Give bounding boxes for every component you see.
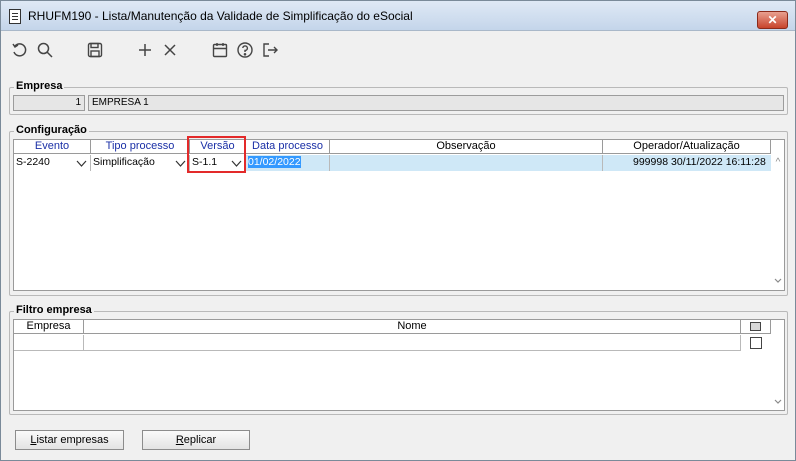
cell-atualizacao: 30/11/2022 16:11:28 [671, 156, 766, 168]
window-title: RHUFM190 - Lista/Manutenção da Validade … [28, 9, 413, 23]
calendar-icon[interactable] [211, 41, 229, 59]
filtro-cell-empresa[interactable] [14, 335, 84, 351]
close-button[interactable]: ✕ [757, 11, 788, 29]
scroll-up-icon[interactable]: ^ [773, 158, 783, 168]
filtro-cell-nome[interactable] [84, 335, 741, 351]
undo-icon[interactable] [11, 41, 29, 59]
toolbar [1, 35, 795, 65]
chevron-down-icon[interactable] [175, 160, 186, 168]
configuracao-grid: Evento Tipo processo Versão Data process… [13, 139, 785, 291]
search-icon[interactable] [36, 41, 54, 59]
configuracao-group-title: Configuração [14, 124, 89, 136]
title-bar: RHUFM190 - Lista/Manutenção da Validade … [1, 1, 795, 31]
header-nome[interactable]: Nome [84, 320, 741, 334]
empresa-code-field[interactable]: 1 [13, 95, 85, 111]
empresa-group-title: Empresa [14, 80, 65, 92]
cell-tipo-processo[interactable]: Simplificação [91, 155, 190, 171]
cell-tipo-value: Simplificação [93, 156, 155, 168]
cell-evento[interactable]: S-2240 [14, 155, 91, 171]
delete-icon[interactable] [161, 41, 179, 59]
filtro-empresa-grid: Empresa Nome [13, 319, 785, 411]
header-data-processo[interactable]: Data processo [246, 140, 330, 154]
chevron-down-icon[interactable] [76, 160, 87, 168]
add-icon[interactable] [136, 41, 154, 59]
filtro-empresa-group-title: Filtro empresa [14, 304, 94, 316]
row-checkbox[interactable] [750, 337, 762, 349]
header-operador-atualizacao[interactable]: Operador/Atualização [603, 140, 771, 154]
scroll-down-icon[interactable] [773, 397, 783, 407]
exit-icon[interactable] [261, 41, 279, 59]
help-icon[interactable] [236, 41, 254, 59]
document-icon [9, 9, 21, 24]
save-icon[interactable] [86, 41, 104, 59]
cell-evento-value: S-2240 [16, 156, 50, 168]
select-all-checkbox[interactable] [750, 322, 761, 331]
cell-data-processo[interactable]: 01/02/2022 [246, 155, 330, 171]
header-observacao[interactable]: Observação [330, 140, 603, 154]
cell-data-value: 01/02/2022 [248, 156, 301, 168]
scroll-down-icon[interactable] [773, 276, 783, 286]
header-evento[interactable]: Evento [14, 140, 91, 154]
cell-operador-id: 999998 [633, 156, 669, 168]
cell-observacao[interactable] [330, 155, 603, 171]
replicar-button[interactable]: Replicar [142, 430, 250, 450]
versao-highlight-box [187, 136, 246, 173]
empresa-name-field: EMPRESA 1 [88, 95, 784, 111]
header-empresa[interactable]: Empresa [14, 320, 84, 334]
main-window: RHUFM190 - Lista/Manutenção da Validade … [0, 0, 796, 461]
header-tipo-processo[interactable]: Tipo processo [91, 140, 190, 154]
header-select-all[interactable] [741, 320, 771, 334]
listar-empresas-button[interactable]: Listar empresas [15, 430, 124, 450]
cell-operador[interactable]: 999998 30/11/2022 16:11:28 [603, 155, 771, 171]
